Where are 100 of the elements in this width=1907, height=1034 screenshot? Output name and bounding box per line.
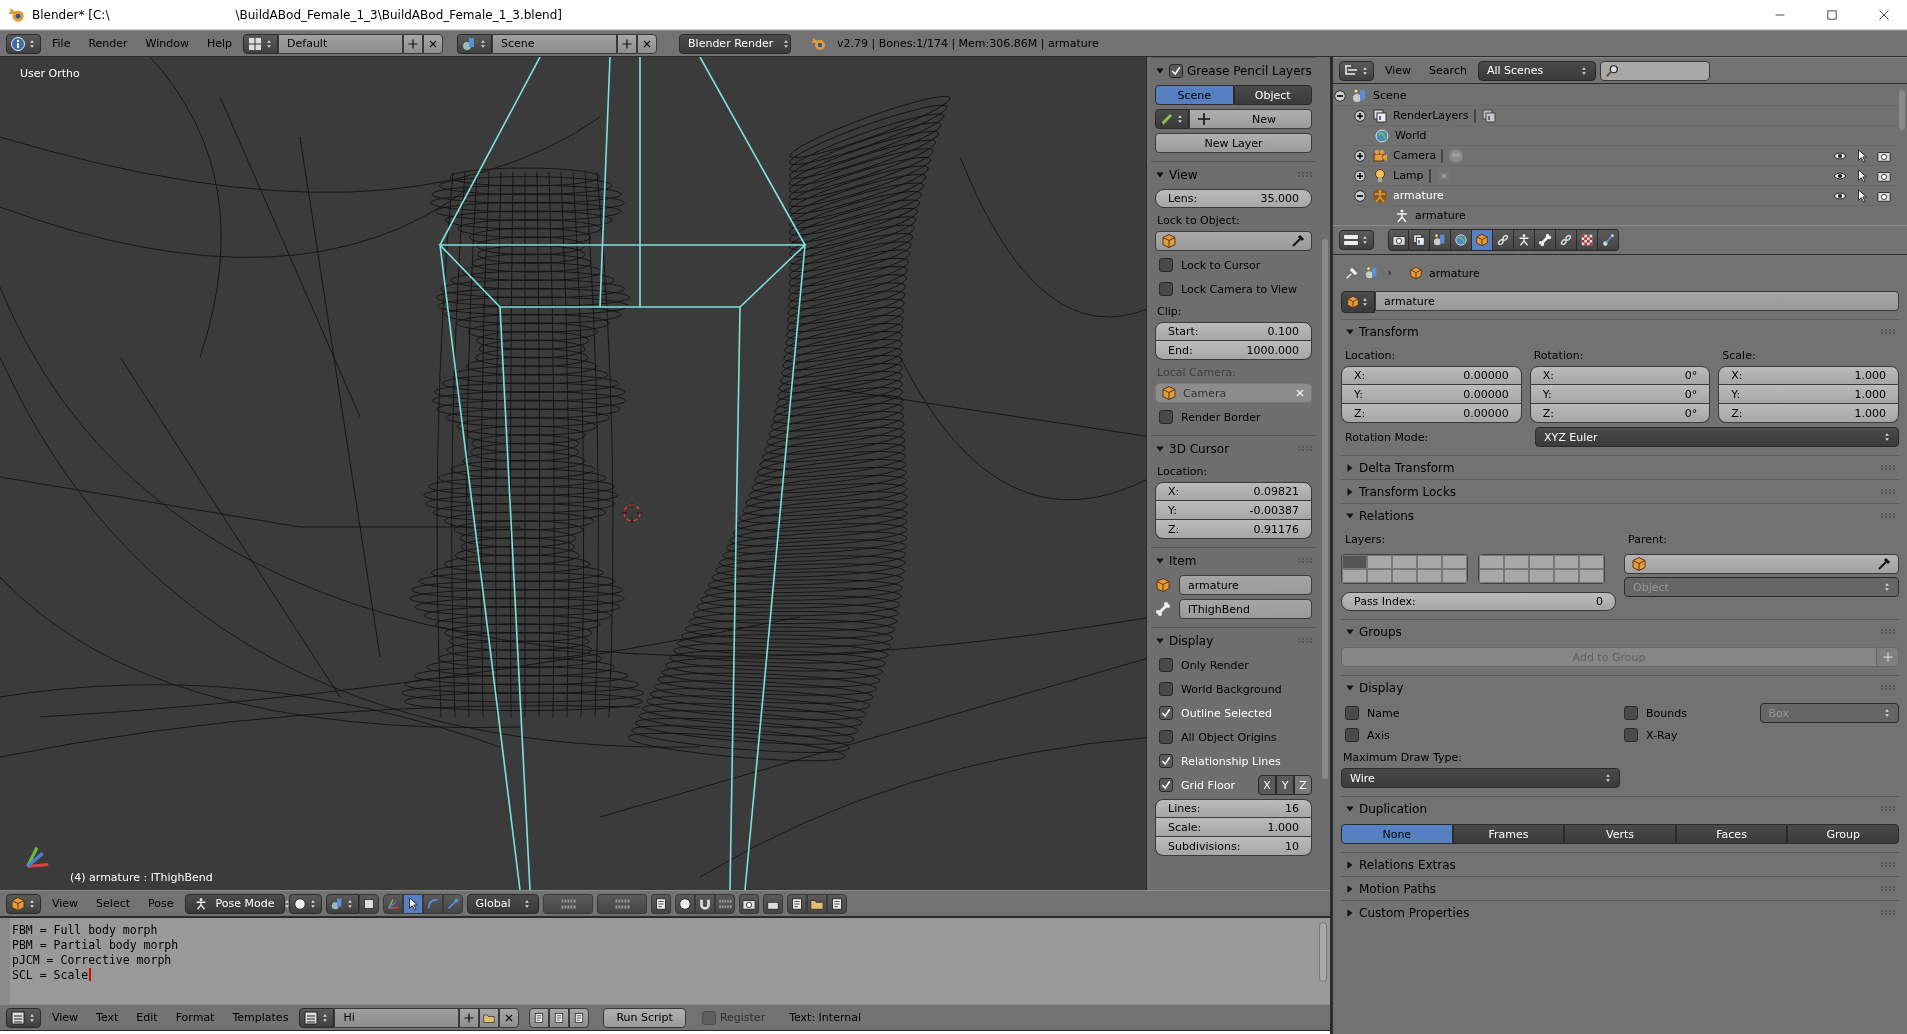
number-field[interactable]: Y: 0° xyxy=(1529,385,1711,404)
checkbox[interactable] xyxy=(1159,258,1173,272)
open-text-button[interactable] xyxy=(479,1007,500,1028)
panel-header[interactable]: Transform Locks xyxy=(1341,479,1899,503)
number-field[interactable]: Z: 1.000 xyxy=(1718,404,1899,423)
properties-tab[interactable] xyxy=(1472,229,1493,251)
editor-type-button[interactable] xyxy=(6,1007,41,1028)
axis-toggle[interactable]: Z xyxy=(1294,775,1312,795)
menu-item[interactable]: Templates xyxy=(225,1011,296,1024)
expand-toggle[interactable] xyxy=(1353,188,1367,203)
number-field[interactable]: X: 0.09821 xyxy=(1155,482,1312,501)
line-numbers-toggle[interactable] xyxy=(529,1007,550,1028)
pivot-selector[interactable] xyxy=(325,893,359,914)
name-field[interactable]: armature xyxy=(1375,291,1899,311)
unlink-button[interactable] xyxy=(499,1007,520,1028)
expand-toggle[interactable] xyxy=(1353,168,1367,183)
tree-item[interactable]: Lamp xyxy=(1393,169,1424,182)
toggle-option[interactable]: Scene xyxy=(1155,85,1234,105)
pass-index-field[interactable]: Pass Index: 0 xyxy=(1341,592,1616,611)
proportional-button[interactable] xyxy=(674,893,695,914)
editor-type-button[interactable] xyxy=(1339,60,1374,81)
checkbox[interactable] xyxy=(1159,778,1173,792)
checkbox[interactable] xyxy=(1624,706,1638,720)
number-field[interactable]: Z: 0.91176 xyxy=(1155,520,1312,539)
expand-toggle[interactable] xyxy=(1353,108,1367,123)
toggle-option[interactable]: Verts xyxy=(1564,824,1676,844)
panel-header[interactable]: Item xyxy=(1151,547,1316,573)
snap-target-button[interactable] xyxy=(714,893,735,914)
properties-tab[interactable] xyxy=(1598,229,1619,251)
checkbox[interactable] xyxy=(1345,728,1359,742)
panel-header[interactable]: Relations Extras xyxy=(1341,852,1899,876)
search-field[interactable] xyxy=(1599,60,1710,81)
syntax-toggle[interactable] xyxy=(569,1007,590,1028)
menu-item[interactable]: Text xyxy=(89,1011,126,1024)
panel-header[interactable]: 3D Cursor xyxy=(1151,435,1316,461)
panel-header[interactable]: Display xyxy=(1341,675,1899,699)
expand-toggle[interactable] xyxy=(1353,148,1367,163)
panel-header[interactable]: Grease Pencil Layers xyxy=(1151,57,1316,83)
viewport-canvas[interactable]: User Ortho (4) armature : lThighBend xyxy=(0,57,1146,890)
text-block-selector[interactable] xyxy=(299,1007,335,1028)
number-field[interactable]: Y: 1.000 xyxy=(1718,385,1899,404)
pencil-selector[interactable] xyxy=(1155,109,1189,129)
checkbox[interactable] xyxy=(701,1010,716,1025)
new-layer-button[interactable]: New Layer xyxy=(1155,133,1312,153)
editor-type-button[interactable] xyxy=(6,893,41,914)
render-button[interactable] xyxy=(738,893,759,914)
tree-item[interactable]: armature xyxy=(1415,209,1466,222)
add-button[interactable] xyxy=(1877,647,1899,667)
toggle-option[interactable]: Faces xyxy=(1675,824,1788,844)
shading-selector[interactable] xyxy=(288,893,322,914)
menu-item[interactable]: Render xyxy=(81,37,135,50)
run-script-button[interactable]: Run Script xyxy=(603,1007,686,1028)
tree-item[interactable]: World xyxy=(1395,129,1427,142)
layer-toggles[interactable] xyxy=(542,893,593,914)
menu-item[interactable]: Format xyxy=(168,1011,222,1024)
tree-item[interactable]: Camera xyxy=(1393,149,1437,162)
tree-item[interactable]: RenderLayers xyxy=(1393,109,1469,122)
snap-button[interactable] xyxy=(694,893,715,914)
number-field[interactable]: Lens: 35.000 xyxy=(1155,189,1312,208)
tree-item[interactable]: armature xyxy=(1393,189,1444,202)
editor-type-button[interactable] xyxy=(6,33,41,54)
editor-type-button[interactable] xyxy=(1339,230,1374,250)
number-field[interactable]: End: 1000.000 xyxy=(1155,341,1312,360)
checkbox[interactable] xyxy=(1159,658,1173,672)
panel-header[interactable]: View xyxy=(1151,161,1316,187)
text-block-field[interactable]: Hi xyxy=(334,1007,460,1028)
name-field[interactable]: lThighBend xyxy=(1179,599,1312,619)
parent-field[interactable] xyxy=(1624,554,1899,574)
layer-toggles[interactable] xyxy=(596,893,647,914)
menu-item[interactable]: Select xyxy=(89,897,138,910)
panel-header[interactable]: Groups xyxy=(1341,619,1899,643)
number-field[interactable]: Start: 0.100 xyxy=(1155,322,1312,341)
menu-item[interactable]: Edit xyxy=(129,1011,165,1024)
menu-item[interactable]: File xyxy=(45,37,78,50)
properties-tab[interactable] xyxy=(1535,229,1556,251)
rotate-toggle[interactable] xyxy=(422,893,443,914)
scrollbar-thumb[interactable] xyxy=(1319,922,1327,982)
paste-pose-button[interactable] xyxy=(806,893,827,914)
number-field[interactable]: Subdivisions: 10 xyxy=(1155,837,1312,856)
layout-selector[interactable] xyxy=(243,33,279,54)
remove-button[interactable] xyxy=(423,33,444,54)
new-text-button[interactable] xyxy=(459,1007,480,1028)
checkbox[interactable] xyxy=(1159,682,1173,696)
text-editor[interactable]: FBM = Full body morph PBM = Partial body morph pJCM = Corrective morph SCL = Scale xyxy=(0,917,1330,1004)
number-field[interactable]: X: 0.00000 xyxy=(1341,366,1522,385)
menu-item[interactable]: View xyxy=(45,897,86,910)
expand-toggle[interactable] xyxy=(1333,88,1347,103)
checkbox[interactable] xyxy=(1345,706,1359,720)
orientation-dropdown[interactable]: Global xyxy=(466,893,539,914)
scrollbar-thumb[interactable] xyxy=(1899,90,1905,130)
number-field[interactable]: Y: 0.00000 xyxy=(1341,385,1522,404)
checkbox[interactable] xyxy=(1624,728,1638,742)
translate-toggle[interactable] xyxy=(402,893,423,914)
axis-toggle[interactable]: Y xyxy=(1276,775,1294,795)
render-anim-button[interactable] xyxy=(762,893,783,914)
number-field[interactable]: X: 0° xyxy=(1529,366,1711,385)
lock-button[interactable] xyxy=(650,893,671,914)
properties-tab[interactable] xyxy=(1577,229,1598,251)
checkbox[interactable] xyxy=(1159,706,1173,720)
panel-header[interactable]: Display xyxy=(1151,627,1316,653)
